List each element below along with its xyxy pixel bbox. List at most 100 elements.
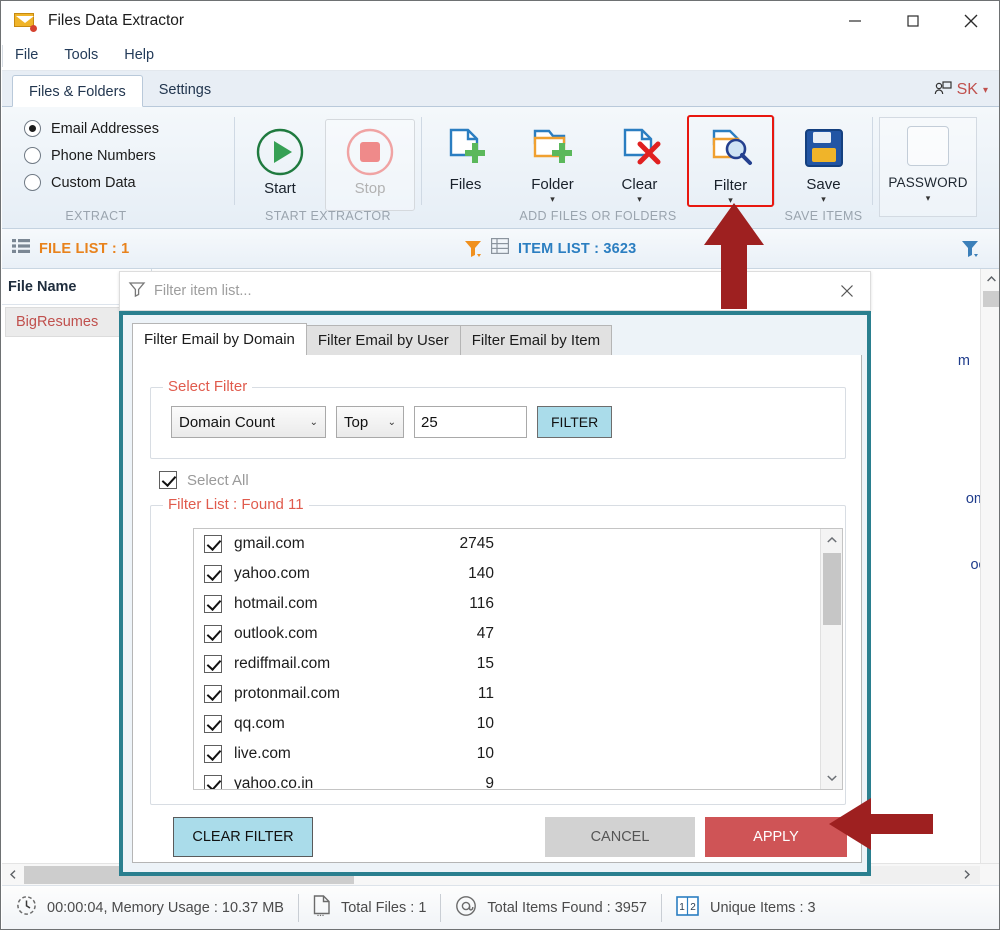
count-input[interactable] bbox=[414, 406, 527, 438]
filter-apply-button[interactable]: FILTER bbox=[537, 406, 613, 438]
save-label: Save bbox=[806, 176, 841, 193]
list-item[interactable]: yahoo.com 140 bbox=[194, 559, 842, 589]
folder-add-icon bbox=[528, 122, 576, 174]
row-checkbox[interactable] bbox=[204, 535, 222, 553]
files-label: Files bbox=[449, 176, 482, 193]
chevron-down-icon[interactable]: ▾ bbox=[637, 194, 642, 204]
criteria-dropdown[interactable]: Domain Count ⌄ bbox=[171, 406, 326, 438]
radio-custom-data[interactable]: Custom Data bbox=[24, 169, 136, 196]
window-controls bbox=[826, 2, 999, 40]
radio-label: Email Addresses bbox=[51, 120, 159, 137]
item-text-fragment: m bbox=[957, 353, 970, 369]
scroll-down-icon[interactable] bbox=[821, 767, 842, 789]
menu-item-help[interactable]: Help bbox=[111, 40, 167, 71]
filter-dialog-tabs: Filter Email by Domain Filter Email by U… bbox=[132, 323, 613, 355]
filter-label: Filter bbox=[713, 177, 748, 194]
file-search-icon bbox=[706, 123, 754, 175]
row-checkbox[interactable] bbox=[204, 715, 222, 733]
row-checkbox[interactable] bbox=[204, 565, 222, 583]
select-all-checkbox[interactable] bbox=[159, 471, 177, 489]
filter-list-title: Filter List : Found 11 bbox=[163, 496, 309, 513]
password-button[interactable]: PASSWORD ▾ bbox=[879, 117, 977, 217]
files-button[interactable]: Files bbox=[422, 115, 509, 207]
list-item[interactable]: gmail.com 2745 bbox=[194, 529, 842, 559]
scroll-left-icon[interactable] bbox=[2, 864, 24, 886]
close-icon[interactable] bbox=[832, 276, 862, 306]
folder-button[interactable]: Folder ▾ bbox=[509, 115, 596, 207]
account-area[interactable]: SK ▾ bbox=[934, 74, 999, 106]
cancel-button[interactable]: CANCEL bbox=[545, 817, 695, 857]
menu-item-file[interactable]: File bbox=[2, 40, 51, 71]
group-title-extract: EXTRACT bbox=[65, 209, 127, 223]
close-icon[interactable] bbox=[942, 2, 999, 40]
clear-button[interactable]: Clear ▾ bbox=[596, 115, 683, 207]
list-item[interactable]: yahoo.co.in 9 bbox=[194, 769, 842, 789]
status-timer-memory: 00:00:04, Memory Usage : 10.37 MB bbox=[2, 886, 298, 930]
floppy-disk-icon bbox=[801, 122, 847, 174]
list-item[interactable]: protonmail.com 11 bbox=[194, 679, 842, 709]
scroll-up-icon[interactable] bbox=[821, 529, 842, 551]
save-button[interactable]: Save ▾ bbox=[779, 115, 869, 207]
list-item[interactable]: outlook.com 47 bbox=[194, 619, 842, 649]
apply-button[interactable]: APPLY bbox=[705, 817, 847, 857]
row-checkbox[interactable] bbox=[204, 595, 222, 613]
ribbon-toolbar: Email Addresses Phone Numbers Custom Dat… bbox=[2, 107, 999, 229]
tab-filter-email-by-user[interactable]: Filter Email by User bbox=[305, 325, 461, 355]
radio-label: Custom Data bbox=[51, 174, 136, 191]
tab-files-and-folders[interactable]: Files & Folders bbox=[12, 75, 143, 107]
start-button[interactable]: Start bbox=[235, 119, 325, 211]
order-dropdown[interactable]: Top ⌄ bbox=[336, 406, 404, 438]
annotation-arrow-left bbox=[827, 796, 935, 857]
filter-list-scrollbar[interactable] bbox=[820, 529, 842, 789]
clear-label: Clear bbox=[621, 176, 658, 193]
row-checkbox[interactable] bbox=[204, 775, 222, 789]
filter-button[interactable]: Filter ▾ bbox=[686, 115, 774, 207]
svg-text:2: 2 bbox=[690, 902, 696, 913]
filter-funnel-outline-icon bbox=[128, 280, 146, 303]
ribbon-group-save-items: Save ▾ SAVE ITEMS bbox=[775, 107, 872, 229]
scrollbar-thumb[interactable] bbox=[823, 553, 841, 625]
file-list-header: FILE LIST : 1 bbox=[2, 238, 457, 259]
radio-phone-numbers[interactable]: Phone Numbers bbox=[24, 142, 156, 169]
tab-settings[interactable]: Settings bbox=[143, 74, 227, 106]
menu-bar: File Tools Help bbox=[2, 40, 999, 71]
row-checkbox[interactable] bbox=[204, 625, 222, 643]
document-icon bbox=[313, 894, 331, 921]
row-checkbox[interactable] bbox=[204, 655, 222, 673]
domain-count: 10 bbox=[476, 715, 494, 732]
list-item[interactable]: rediffmail.com 15 bbox=[194, 649, 842, 679]
scroll-right-icon[interactable] bbox=[956, 864, 978, 886]
radio-button-icon bbox=[24, 174, 41, 191]
chevron-down-icon[interactable]: ▾ bbox=[550, 194, 555, 204]
domain-name: gmail.com bbox=[234, 535, 305, 552]
minimize-icon[interactable] bbox=[826, 2, 884, 40]
domain-count: 116 bbox=[469, 595, 494, 612]
item-list-vertical-scrollbar[interactable] bbox=[980, 269, 999, 885]
stop-button[interactable]: Stop bbox=[325, 119, 415, 211]
tab-filter-email-by-domain[interactable]: Filter Email by Domain bbox=[132, 323, 307, 355]
clear-filter-button[interactable]: CLEAR FILTER bbox=[173, 817, 313, 857]
chevron-down-icon: ⌄ bbox=[309, 416, 318, 428]
radio-button-icon bbox=[24, 147, 41, 164]
ribbon-group-start-extractor: Start Stop START EXTRACTOR bbox=[235, 107, 421, 229]
tab-filter-email-by-item[interactable]: Filter Email by Item bbox=[459, 325, 613, 355]
chevron-down-icon: ⌄ bbox=[387, 416, 396, 428]
domain-name: rediffmail.com bbox=[234, 655, 331, 672]
chevron-down-icon[interactable]: ▾ bbox=[821, 194, 826, 204]
maximize-icon[interactable] bbox=[884, 2, 942, 40]
row-checkbox[interactable] bbox=[204, 745, 222, 763]
list-item[interactable]: hotmail.com 116 bbox=[194, 589, 842, 619]
select-all-row[interactable]: Select All bbox=[159, 471, 249, 489]
menu-item-tools[interactable]: Tools bbox=[51, 40, 111, 71]
file-list-filter-button[interactable] bbox=[457, 234, 491, 264]
list-item[interactable]: qq.com 10 bbox=[194, 709, 842, 739]
scrollbar-thumb[interactable] bbox=[983, 291, 999, 307]
domain-count: 15 bbox=[476, 655, 494, 672]
list-item[interactable]: live.com 10 bbox=[194, 739, 842, 769]
row-checkbox[interactable] bbox=[204, 685, 222, 703]
scroll-up-icon[interactable] bbox=[981, 269, 999, 289]
item-list-filter-button[interactable] bbox=[954, 234, 988, 264]
chevron-down-icon[interactable]: ▾ bbox=[926, 193, 931, 204]
radio-email-addresses[interactable]: Email Addresses bbox=[24, 115, 159, 142]
status-total-items-text: Total Items Found : 3957 bbox=[487, 899, 647, 916]
